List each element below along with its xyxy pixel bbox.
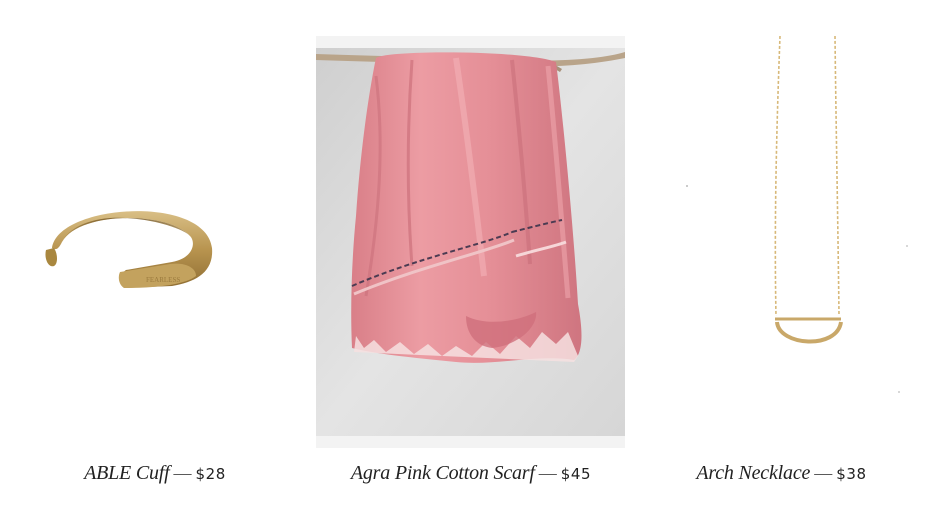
product-caption[interactable]: Agra Pink Cotton Scarf — $45 <box>311 462 631 485</box>
product-price: $28 <box>195 465 226 483</box>
product-image-cuff[interactable]: FEARLESS <box>0 36 310 448</box>
product-card-agra-scarf[interactable]: Agra Pink Cotton Scarf — $45 <box>311 0 631 524</box>
svg-text:FEARLESS: FEARLESS <box>146 276 180 284</box>
product-card-arch-necklace[interactable]: Arch Necklace — $38 <box>631 0 932 524</box>
product-image-necklace[interactable] <box>631 36 932 448</box>
pink-scarf-on-branch-image <box>316 48 625 436</box>
title-price-separator: — <box>173 463 192 483</box>
product-price: $38 <box>836 465 867 483</box>
product-image-scarf[interactable] <box>316 36 625 448</box>
title-price-separator: — <box>814 463 833 483</box>
product-title[interactable]: ABLE Cuff <box>84 462 170 484</box>
title-price-separator: — <box>538 463 557 483</box>
product-grid: FEARLESS ABLE Cuff — $28 Agra Pink Cotto… <box>0 0 932 524</box>
product-caption[interactable]: Arch Necklace — $38 <box>631 462 932 485</box>
gold-cuff-bracelet-image: FEARLESS <box>45 211 213 288</box>
gold-arch-pendant-necklace-image <box>686 36 908 393</box>
product-card-able-cuff[interactable]: FEARLESS ABLE Cuff — $28 <box>0 0 310 524</box>
product-title[interactable]: Agra Pink Cotton Scarf <box>351 462 535 484</box>
product-caption[interactable]: ABLE Cuff — $28 <box>0 462 310 485</box>
product-title[interactable]: Arch Necklace <box>696 462 810 484</box>
product-price: $45 <box>560 465 592 483</box>
